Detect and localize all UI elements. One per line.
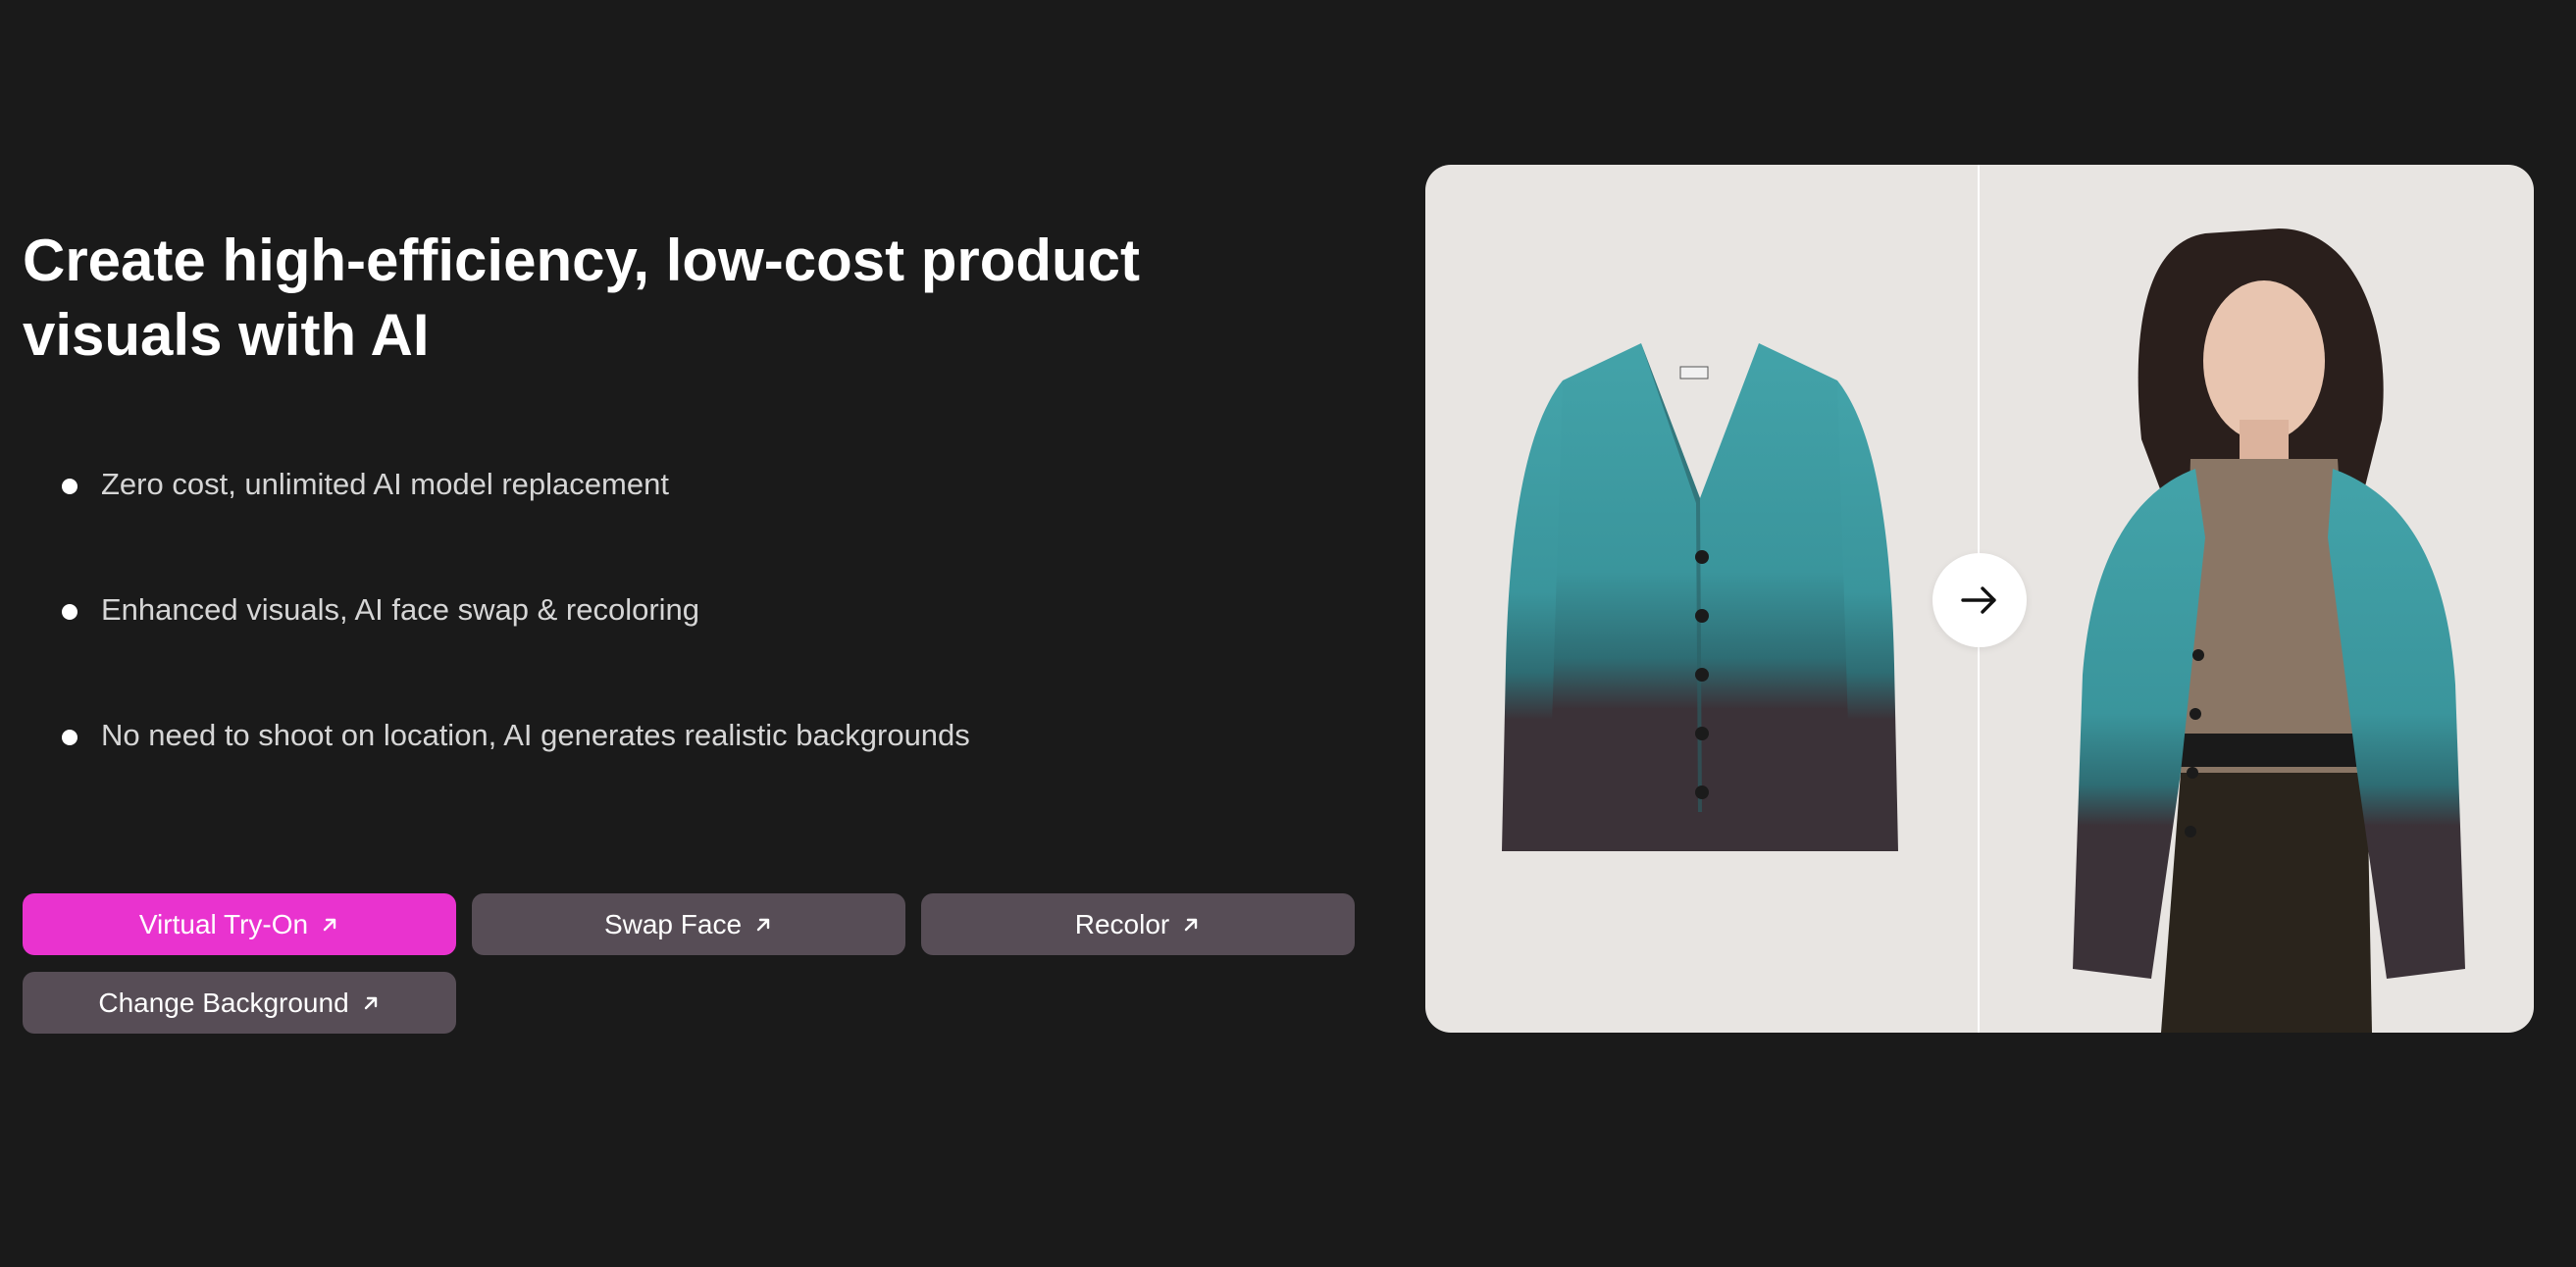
virtual-try-on-button[interactable]: Virtual Try-On: [23, 893, 456, 955]
button-label: Virtual Try-On: [138, 908, 309, 939]
arrow-up-right-icon: [1181, 915, 1201, 935]
button-label: Swap Face: [603, 908, 743, 939]
button-label: Change Background: [98, 987, 349, 1018]
recolor-button[interactable]: Recolor: [921, 893, 1355, 955]
bullet-icon: [62, 730, 77, 745]
model-wearing-cardigan-image: [2073, 228, 2465, 1033]
change-background-button[interactable]: Change Background: [23, 972, 456, 1034]
feature-text: No need to shoot on location, AI generat…: [101, 718, 970, 752]
comparison-handle[interactable]: [1932, 553, 2027, 647]
swap-face-button[interactable]: Swap Face: [472, 893, 905, 955]
feature-text: Zero cost, unlimited AI model replacemen…: [101, 467, 669, 501]
arrow-up-right-icon: [320, 915, 339, 935]
arrow-up-right-icon: [753, 915, 773, 935]
cardigan-product-image: [1502, 343, 1898, 851]
bullet-icon: [62, 604, 77, 620]
bullet-icon: [62, 479, 77, 494]
arrow-right-icon: [1961, 586, 1996, 614]
arrow-up-right-icon: [361, 993, 381, 1013]
feature-text: Enhanced visuals, AI face swap & recolor…: [101, 592, 700, 627]
button-label: Recolor: [1074, 908, 1170, 939]
before-after-comparison: [1425, 165, 2534, 1033]
page-title: Create high-efficiency, low-cost product…: [23, 228, 1141, 368]
